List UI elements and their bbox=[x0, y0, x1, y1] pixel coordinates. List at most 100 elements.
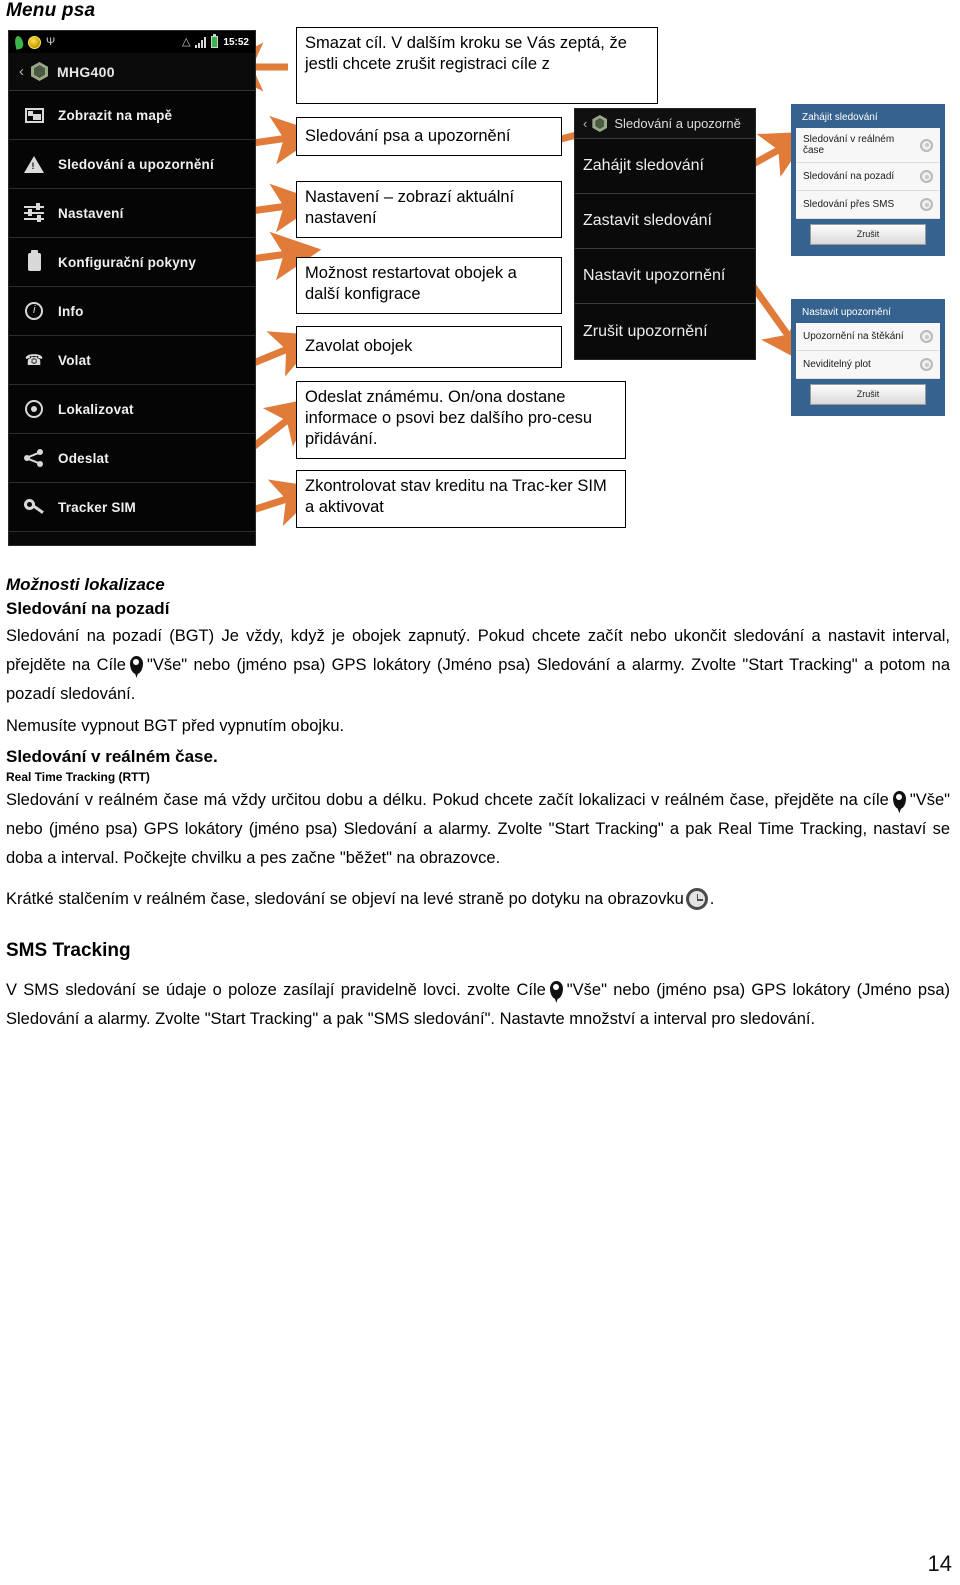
phone-screenshot-tracking-menu: ‹ Sledování a upozorně Zahájit sledování… bbox=[574, 108, 756, 360]
callout-settings: Nastavení – zobrazí aktuální nastavení bbox=[296, 181, 562, 238]
menu-item-config-instructions[interactable]: Konfigurační pokyny bbox=[9, 238, 255, 287]
dialog-option-background[interactable]: Sledování na pozadí bbox=[796, 163, 940, 191]
warning-icon bbox=[23, 153, 45, 175]
menu-item-settings[interactable]: Nastavení bbox=[9, 189, 255, 238]
radio-icon[interactable] bbox=[920, 138, 933, 152]
signal-icon bbox=[195, 36, 207, 48]
menu-item-tracker-sim[interactable]: Tracker SIM bbox=[9, 483, 255, 532]
paragraph-part-a: Krátké stalčením v reálném čase, sledová… bbox=[6, 890, 684, 909]
tracking-title-bar: ‹ Sledování a upozorně bbox=[575, 109, 755, 139]
tracking-title: Sledování a upozorně bbox=[614, 116, 741, 131]
paragraph-background-tracking: Sledování na pozadí (BGT) Je vždy, když … bbox=[6, 622, 950, 709]
key-icon bbox=[23, 496, 45, 518]
page-number: 14 bbox=[927, 1551, 952, 1576]
target-icon bbox=[23, 398, 45, 420]
leaf-icon bbox=[13, 34, 25, 50]
menu-item-label: Info bbox=[58, 303, 84, 319]
radio-icon[interactable] bbox=[920, 198, 933, 211]
dialog-footer: Zrušit bbox=[796, 379, 940, 411]
dialog-start-tracking: Zahájit sledování Sledování v reálném ča… bbox=[791, 104, 945, 256]
sliders-icon bbox=[23, 202, 45, 224]
status-bar: Ψ △ 15:52 bbox=[9, 31, 255, 53]
heading-sms-tracking: SMS Tracking bbox=[6, 939, 131, 961]
radio-icon[interactable] bbox=[920, 358, 933, 371]
heading-location-options: Možnosti lokalizace bbox=[6, 575, 165, 594]
paragraph-bgt-note: Nemusíte vypnout BGT před vypnutím obojk… bbox=[6, 716, 345, 735]
cancel-button[interactable]: Zrušit bbox=[810, 224, 926, 245]
dialog-title: Zahájit sledování bbox=[796, 108, 940, 128]
dialog-set-alerts: Nastavit upozornění Upozornění na štěkán… bbox=[791, 299, 945, 416]
paragraph-part-b: "Vše" nebo (jméno psa) GPS lokátory (Jmé… bbox=[6, 655, 950, 703]
tracking-item-stop[interactable]: Zastavit sledování bbox=[575, 194, 755, 249]
heading-realtime-tracking: Sledování v reálném čase. bbox=[6, 747, 218, 767]
menu-item-label: Volat bbox=[58, 352, 92, 368]
callout-tracking: Sledování psa a upozornění bbox=[296, 117, 562, 156]
trash-icon[interactable] bbox=[231, 63, 243, 78]
dialog-option-invisible-fence[interactable]: Neviditelný plot bbox=[796, 351, 940, 379]
tracking-item-set-alert[interactable]: Nastavit upozornění bbox=[575, 249, 755, 304]
dialog-footer: Zrušit bbox=[796, 219, 940, 251]
paragraph-realtime-tracking: Sledování v reálném čase má vždy určitou… bbox=[6, 786, 950, 873]
status-bar-clock: 15:52 bbox=[223, 36, 249, 48]
callout-send-to-friend: Odeslat známému. On/ona dostane informac… bbox=[296, 381, 626, 459]
app-hex-icon bbox=[592, 115, 608, 132]
tracking-item-cancel-alert[interactable]: Zrušit upozornění bbox=[575, 304, 755, 359]
option-label: Neviditelný plot bbox=[803, 359, 871, 370]
callout-call-collar: Zavolat obojek bbox=[296, 326, 562, 368]
subheading-rtt: Real Time Tracking (RTT) bbox=[6, 770, 150, 785]
body-text: Možnosti lokalizace Sledování na pozadí … bbox=[6, 575, 950, 1036]
dialog-option-sms[interactable]: Sledování přes SMS bbox=[796, 191, 940, 219]
figure-menu-psa: Ψ △ 15:52 ‹ MHG400 Zobrazit na mapě ! Sl… bbox=[0, 18, 960, 546]
menu-item-label: Zobrazit na mapě bbox=[58, 107, 173, 123]
dialog-option-realtime[interactable]: Sledování v reálném čase bbox=[796, 128, 940, 163]
paragraph-part-b: . bbox=[709, 890, 715, 909]
map-pin-icon bbox=[129, 655, 143, 674]
paragraph-part-a: V SMS sledování se údaje o poloze zasíla… bbox=[6, 980, 546, 999]
map-pin-icon bbox=[549, 980, 563, 999]
option-label: Upozornění na štěkání bbox=[803, 331, 904, 342]
menu-item-label: Tracker SIM bbox=[58, 499, 136, 515]
back-chevron-icon[interactable]: ‹ bbox=[583, 116, 587, 131]
menu-item-label: Konfigurační pokyny bbox=[58, 254, 197, 270]
dialog-title: Nastavit upozornění bbox=[796, 303, 940, 323]
menu-item-call[interactable]: ☎ Volat bbox=[9, 336, 255, 385]
dialog-option-bark-alert[interactable]: Upozornění na štěkání bbox=[796, 323, 940, 351]
back-chevron-icon[interactable]: ‹ bbox=[19, 63, 24, 80]
phone-title-bar: ‹ MHG400 bbox=[9, 53, 255, 91]
coin-icon bbox=[28, 35, 41, 49]
cancel-button[interactable]: Zrušit bbox=[810, 384, 926, 405]
phone-screenshot-dog-menu: Ψ △ 15:52 ‹ MHG400 Zobrazit na mapě ! Sl… bbox=[8, 30, 256, 546]
menu-item-label: Lokalizovat bbox=[58, 401, 134, 417]
menu-item-label: Odeslat bbox=[58, 450, 109, 466]
menu-item-locate[interactable]: Lokalizovat bbox=[9, 385, 255, 434]
document-icon bbox=[23, 250, 45, 273]
dog-menu-list: Zobrazit na mapě Sledování a upozornění … bbox=[9, 91, 255, 532]
callout-delete-target: Smazat cíl. V dalším kroku se Vás zeptá,… bbox=[296, 27, 658, 104]
radio-icon[interactable] bbox=[920, 330, 933, 343]
info-icon bbox=[23, 300, 45, 322]
tracking-item-start[interactable]: Zahájit sledování bbox=[575, 139, 755, 194]
menu-item-show-on-map[interactable]: Zobrazit na mapě bbox=[9, 91, 255, 140]
wifi-icon: △ bbox=[181, 35, 191, 48]
callout-config: Možnost restartovat obojek a další konfi… bbox=[296, 257, 562, 314]
device-title: MHG400 bbox=[57, 63, 115, 80]
usb-icon: Ψ bbox=[46, 35, 56, 48]
menu-item-label: Sledování a upozornění bbox=[58, 156, 214, 172]
radio-icon[interactable] bbox=[920, 170, 933, 183]
menu-item-send[interactable]: Odeslat bbox=[9, 434, 255, 483]
menu-item-label: Nastavení bbox=[58, 205, 124, 221]
map-icon bbox=[23, 104, 45, 126]
menu-item-info[interactable]: Info bbox=[9, 287, 255, 336]
callout-check-sim-credit: Zkontrolovat stav kreditu na Trac-ker SI… bbox=[296, 470, 626, 528]
menu-item-tracking-alerts[interactable]: Sledování a upozornění bbox=[9, 140, 255, 189]
battery-icon bbox=[211, 34, 219, 48]
option-label: Sledování na pozadí bbox=[803, 171, 895, 182]
app-hex-icon bbox=[31, 62, 48, 81]
option-label: Sledování přes SMS bbox=[803, 199, 895, 210]
option-label: Sledování v reálném čase bbox=[803, 134, 895, 156]
clock-icon bbox=[685, 888, 708, 911]
paragraph-short-press: Krátké stalčením v reálném čase, sledová… bbox=[6, 885, 950, 914]
heading-background-tracking: Sledování na pozadí bbox=[6, 599, 170, 618]
paragraph-part-a: Sledování v reálném čase má vždy určitou… bbox=[6, 791, 889, 810]
phone-icon: ☎ bbox=[24, 352, 44, 369]
